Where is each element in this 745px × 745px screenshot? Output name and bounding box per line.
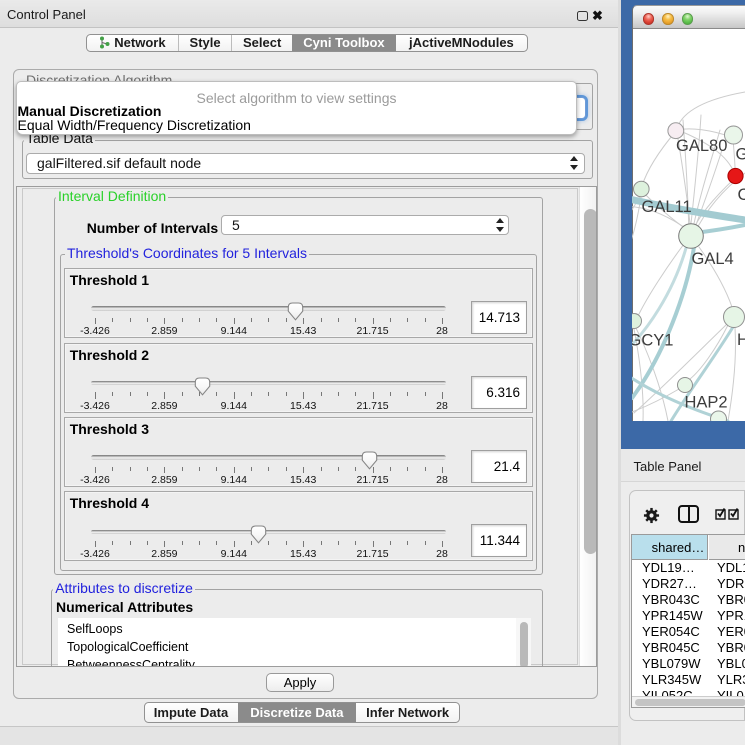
- svg-text:GAL11: GAL11: [642, 198, 692, 216]
- svg-text:H: H: [737, 331, 745, 349]
- svg-text:GAL4: GAL4: [692, 250, 734, 268]
- svg-text:C: C: [738, 186, 745, 204]
- svg-text:HAP2: HAP2: [685, 394, 728, 412]
- svg-text:GA: GA: [736, 146, 745, 164]
- svg-text:GAL80: GAL80: [676, 137, 727, 155]
- svg-text:GCY1: GCY1: [632, 332, 673, 350]
